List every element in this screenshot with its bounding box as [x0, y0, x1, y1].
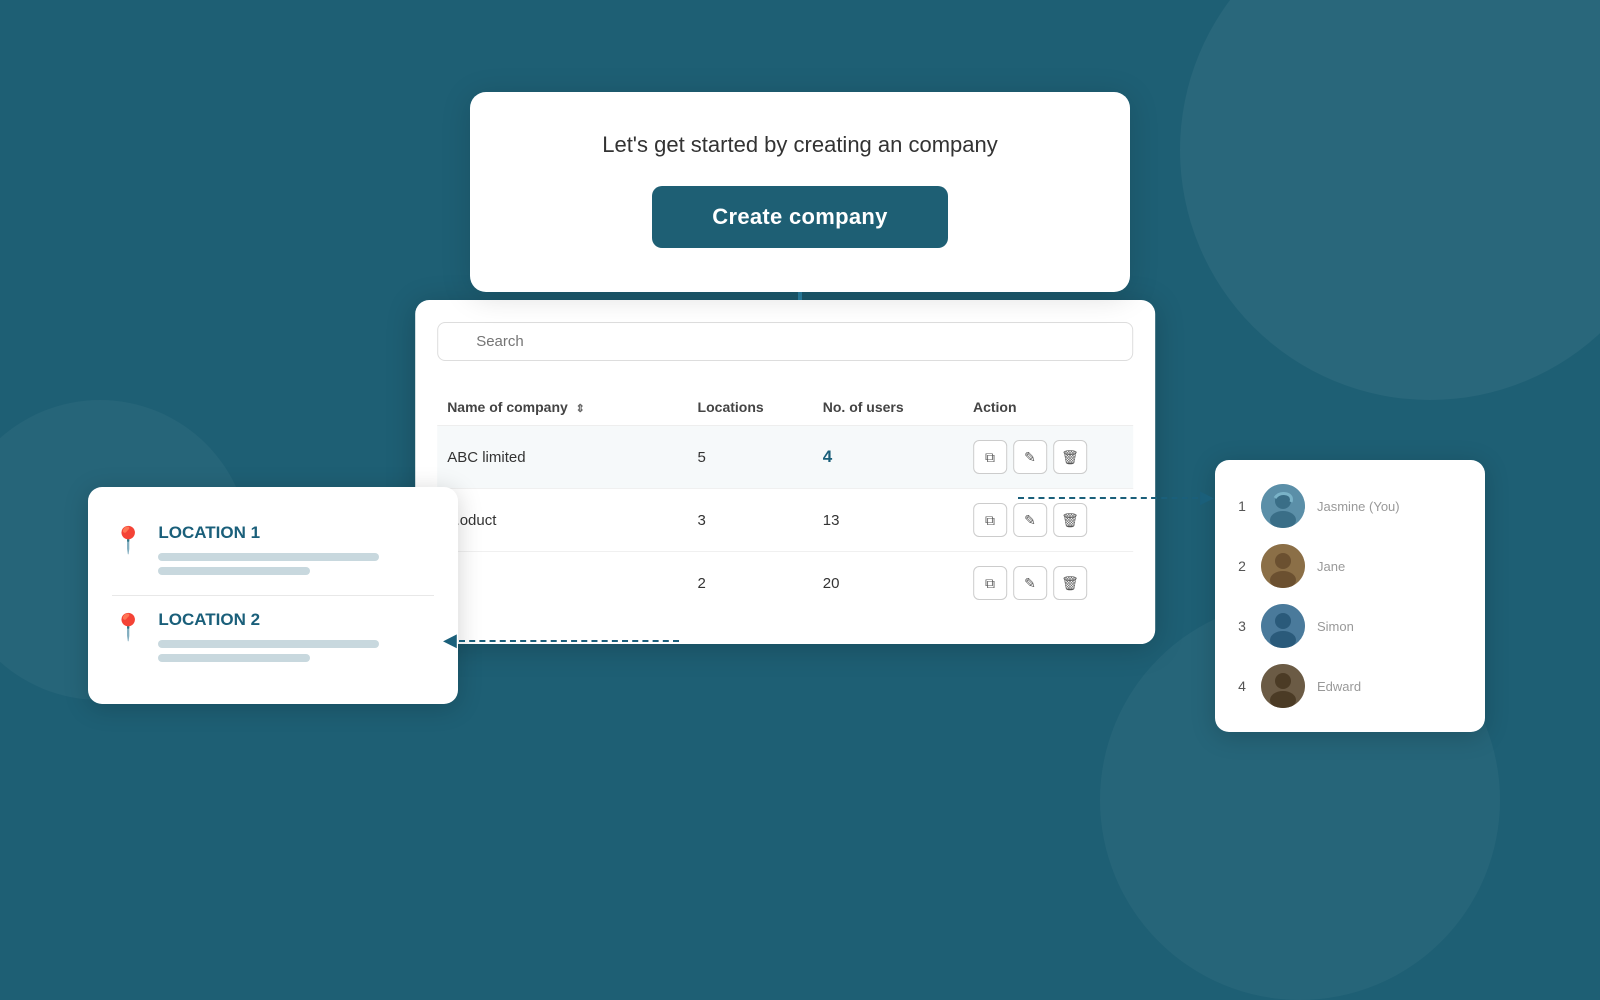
table-row: ABC limited 5 4 ⧉ ✎ 🗑: [437, 426, 1133, 489]
user-name-text-4: Edward: [1317, 679, 1465, 694]
table-panel: 🔍 Name of company ⇕ Locations No. of use…: [415, 300, 1155, 644]
location-pin-icon-2: 📍: [112, 612, 144, 643]
edit-button[interactable]: ✎: [1013, 440, 1047, 474]
search-input[interactable]: [437, 322, 1133, 361]
main-card-subtitle: Let's get started by creating an company: [520, 132, 1080, 158]
arrow-head-left-icon: ◀: [443, 630, 457, 651]
cell-no-of-users: 20: [823, 575, 973, 592]
action-buttons: ⧉ ✎ 🗑: [973, 566, 1123, 600]
table-header: Name of company ⇕ Locations No. of users…: [437, 393, 1133, 426]
user-avatar-2: [1261, 544, 1305, 588]
users-card: 1 Jasmine (You) 2 Jane 3: [1215, 460, 1485, 732]
location-title-1: LOCATION 1: [158, 523, 434, 543]
create-company-button[interactable]: Create company: [652, 186, 947, 248]
cell-no-of-users: 4: [823, 447, 973, 467]
col-header-locations: Locations: [698, 399, 823, 415]
location-item-2: 📍 LOCATION 2: [112, 595, 434, 682]
user-avatar-3: [1261, 604, 1305, 648]
edit-button[interactable]: ✎: [1013, 503, 1047, 537]
location-line-short-1: [158, 567, 310, 575]
col-header-company-name: Name of company ⇕: [447, 399, 697, 415]
table-row: 2 20 ⧉ ✎ 🗑: [437, 552, 1133, 614]
cell-company-name: ABC limited: [447, 449, 697, 466]
user-avatar-1: [1261, 484, 1305, 528]
cell-company-name: ...oduct: [447, 512, 697, 529]
dashed-arrow-right: ▶: [1018, 487, 1214, 508]
cell-locations: 3: [698, 512, 823, 529]
bg-decoration-1: [1180, 0, 1600, 400]
user-name-text-1: Jasmine (You): [1317, 499, 1465, 514]
user-number-1: 1: [1235, 498, 1249, 514]
action-buttons: ⧉ ✎ 🗑: [973, 503, 1123, 537]
location-pin-icon: 📍: [112, 525, 144, 556]
search-wrapper: 🔍: [437, 322, 1133, 377]
user-row-1: 1 Jasmine (You): [1235, 476, 1465, 536]
location-title-2: LOCATION 2: [158, 610, 434, 630]
user-name-text-2: Jane: [1317, 559, 1465, 574]
dashed-line: [1018, 497, 1198, 499]
cell-no-of-users: 13: [823, 512, 973, 529]
location-content-1: LOCATION 1: [158, 523, 434, 581]
cell-locations: 5: [698, 449, 823, 466]
delete-button[interactable]: 🗑: [1053, 440, 1087, 474]
col-header-action: Action: [973, 399, 1123, 415]
location-line-long-2: [158, 640, 379, 648]
location-line-long-1: [158, 553, 379, 561]
arrow-head-right-icon: ▶: [1200, 487, 1214, 508]
location-card: 📍 LOCATION 1 📍 LOCATION 2: [88, 487, 458, 704]
main-card: Let's get started by creating an company…: [470, 92, 1130, 292]
copy-button[interactable]: ⧉: [973, 566, 1007, 600]
copy-button[interactable]: ⧉: [973, 440, 1007, 474]
action-buttons: ⧉ ✎ 🗑: [973, 440, 1123, 474]
user-number-4: 4: [1235, 678, 1249, 694]
sort-icon: ⇕: [576, 403, 585, 415]
cell-locations: 2: [698, 575, 823, 592]
location-content-2: LOCATION 2: [158, 610, 434, 668]
user-number-3: 3: [1235, 618, 1249, 634]
delete-button[interactable]: 🗑: [1053, 566, 1087, 600]
user-number-2: 2: [1235, 558, 1249, 574]
user-avatar-4: [1261, 664, 1305, 708]
col-header-no-of-users: No. of users: [823, 399, 973, 415]
location-item-1: 📍 LOCATION 1: [112, 509, 434, 595]
dashed-arrow-left: ◀: [443, 630, 679, 651]
copy-button[interactable]: ⧉: [973, 503, 1007, 537]
dashed-line: [459, 640, 679, 642]
user-name-text-3: Simon: [1317, 619, 1465, 634]
delete-button[interactable]: 🗑: [1053, 503, 1087, 537]
user-row-3: 3 Simon: [1235, 596, 1465, 656]
location-line-short-2: [158, 654, 310, 662]
user-row-4: 4 Edward: [1235, 656, 1465, 716]
edit-button[interactable]: ✎: [1013, 566, 1047, 600]
user-row-2: 2 Jane: [1235, 536, 1465, 596]
